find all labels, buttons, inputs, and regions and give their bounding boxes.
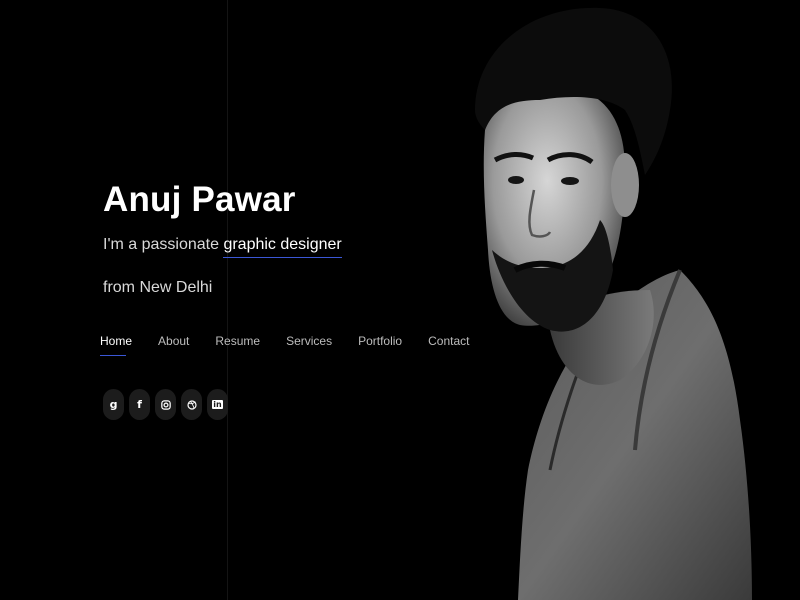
nav-about[interactable]: About (158, 334, 189, 356)
dribbble-icon[interactable] (181, 389, 202, 420)
hero-tagline: I'm a passionate graphic designer (103, 236, 342, 258)
facebook-glyph: f (137, 398, 142, 411)
google-glyph: g (109, 398, 118, 411)
instagram-glyph (160, 399, 171, 410)
nav-home[interactable]: Home (100, 334, 132, 356)
google-icon[interactable]: g (103, 389, 124, 420)
hero-location: from New Delhi (103, 279, 213, 296)
dribbble-glyph (186, 399, 197, 410)
linkedin-icon[interactable]: in (207, 389, 228, 420)
linkedin-glyph: in (212, 400, 223, 409)
main-nav: Home About Resume Services Portfolio Con… (100, 334, 495, 356)
facebook-icon[interactable]: f (129, 389, 150, 420)
profile-photo (475, 7, 752, 600)
tagline-prefix: I'm a passionate (103, 236, 224, 253)
nav-services[interactable]: Services (286, 334, 332, 356)
hero-name: Anuj Pawar (103, 180, 296, 219)
social-links: g f in (103, 389, 228, 420)
nav-resume[interactable]: Resume (215, 334, 260, 356)
tagline-highlight: graphic designer (223, 236, 342, 258)
nav-portfolio[interactable]: Portfolio (358, 334, 402, 356)
hero-section: Anuj Pawar I'm a passionate graphic desi… (0, 0, 800, 600)
instagram-icon[interactable] (155, 389, 176, 420)
nav-contact[interactable]: Contact (428, 334, 469, 356)
divider-line (227, 0, 228, 600)
